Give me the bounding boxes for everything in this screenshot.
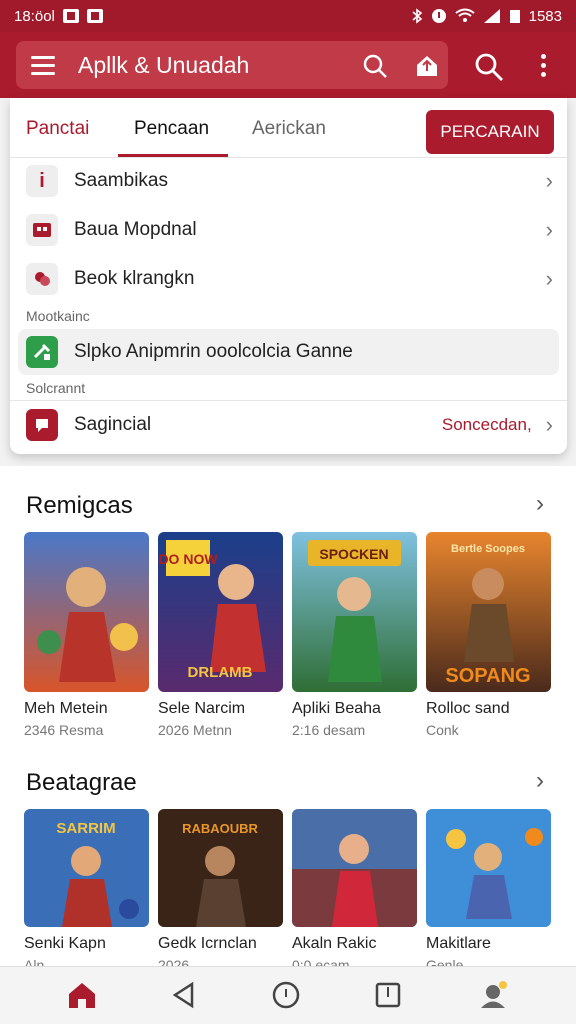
app-bar: Apllk & Unuadah <box>0 32 576 98</box>
game-subtitle: 2346 Resma <box>24 722 104 738</box>
battery-icon <box>509 10 520 23</box>
menu-item-label: Sagincial <box>74 414 152 435</box>
status-time: 18:öol <box>14 7 55 25</box>
puzzle-icon <box>26 263 58 295</box>
thumb-text: Bertle Soopes <box>451 543 525 555</box>
game-subtitle: Conk <box>426 722 459 738</box>
game-card[interactable]: RABAOUBR Gedk Icrnclan 2026 <box>158 809 283 973</box>
search-action-button[interactable]: PERCARAIN <box>426 110 554 154</box>
game-card[interactable]: Akaln Rakic 0:0 ecam <box>292 809 417 973</box>
trailing-text: Soncecdan, <box>441 415 532 434</box>
account-icon[interactable] <box>478 979 510 1011</box>
menu-item-baua-mopdnal[interactable]: Baua Mopdnal › <box>18 207 559 253</box>
game-card[interactable]: DO NOW DRLAMB Sele Narcim 2026 Metnn <box>158 532 283 738</box>
game-title: Meh Metein <box>24 700 108 717</box>
thumb-text: SARRIM <box>56 820 115 837</box>
game-title: Rolloc sand <box>426 700 510 717</box>
notification-icon <box>86 9 103 23</box>
section-title[interactable]: Remigcas <box>26 492 133 520</box>
menu-item-label: Saambikas <box>74 170 168 191</box>
signal-icon <box>483 9 500 23</box>
thumb-text: DO NOW <box>158 551 218 567</box>
chevron-right-icon[interactable]: › <box>536 490 544 518</box>
game-thumbnail[interactable]: SARRIM <box>24 809 149 927</box>
chevron-right-icon: › <box>545 412 553 437</box>
game-thumbnail[interactable]: Bertle Soopes SOPANG <box>426 532 551 692</box>
game-thumbnail[interactable] <box>24 532 149 692</box>
search-icon[interactable] <box>474 52 504 82</box>
chat-icon <box>26 409 58 441</box>
tab-bar: Panctai Pencaan Aerickan PERCARAIN <box>10 98 567 158</box>
game-card[interactable]: SARRIM Senki Kapn Aln <box>24 809 149 973</box>
menu-icon[interactable] <box>16 41 70 89</box>
battery-level: 1583 <box>528 7 562 25</box>
section-label: Solcrannt <box>26 380 86 396</box>
active-tab-indicator <box>118 154 228 157</box>
chevron-right-icon[interactable]: › <box>536 767 544 795</box>
more-options-icon[interactable] <box>530 50 556 80</box>
thumb-text: SOPANG <box>445 665 530 687</box>
game-title: Akaln Rakic <box>292 935 377 952</box>
game-title: Gedk Icrnclan <box>158 935 257 952</box>
game-card[interactable]: Meh Metein 2346 Resma <box>24 532 149 738</box>
recent-apps-icon[interactable] <box>372 979 404 1011</box>
menu-item-beok-klrangkn[interactable]: Beok klrangkn › <box>18 256 559 302</box>
game-title: Apliki Beaha <box>292 700 381 717</box>
game-card[interactable]: Bertle Soopes SOPANG Rolloc sand Conk <box>426 532 551 738</box>
game-title: Makitlare <box>426 935 491 952</box>
menu-item-label: Baua Mopdnal <box>74 219 197 240</box>
game-thumbnail[interactable]: DO NOW DRLAMB <box>158 532 283 692</box>
menu-item-label: Beok klrangkn <box>74 268 195 289</box>
highlighted-game-item[interactable]: Slpko Anipmrin ooolcolcia Ganne <box>18 329 559 375</box>
alarm-icon <box>431 9 446 23</box>
game-thumbnail[interactable]: SPOCKEN <box>292 532 417 692</box>
upload-icon[interactable] <box>414 53 440 79</box>
game-title: Sele Narcim <box>158 700 246 717</box>
dropdown-panel: Panctai Pencaan Aerickan PERCARAIN i Saa… <box>10 98 567 454</box>
tab-aerickan[interactable]: Aerickan <box>252 118 326 140</box>
game-title: Senki Kapn <box>24 935 106 952</box>
app-title: Apllk & Unuadah <box>78 51 250 78</box>
chevron-right-icon: › <box>545 266 553 291</box>
section-title[interactable]: Beatagrae <box>26 769 137 797</box>
thumb-text: RABAOUBR <box>182 821 258 836</box>
wifi-icon <box>455 8 475 22</box>
tab-panctai[interactable]: Panctai <box>26 118 89 140</box>
game-card[interactable]: Makitlare Genle <box>426 809 551 973</box>
menu-item-label: Slpko Anipmrin ooolcolcia Ganne <box>74 341 353 362</box>
section-label: Mootkainc <box>26 308 90 324</box>
chevron-right-icon: › <box>545 168 553 193</box>
home-icon[interactable] <box>66 979 98 1011</box>
thumb-text: DRLAMB <box>188 664 253 681</box>
game-thumbnail[interactable] <box>426 809 551 927</box>
info-icon: i <box>26 165 58 197</box>
chevron-right-icon: › <box>545 217 553 242</box>
game-subtitle: 2026 Metnn <box>158 722 232 738</box>
bluetooth-icon <box>412 8 422 24</box>
thumb-text: SPOCKEN <box>319 546 388 562</box>
bottom-navigation <box>0 966 576 1024</box>
home-button-icon[interactable] <box>270 979 302 1011</box>
game-subtitle: 2:16 desam <box>292 722 366 738</box>
game-thumbnail[interactable]: RABAOUBR <box>158 809 283 927</box>
tab-pencaan[interactable]: Pencaan <box>134 118 209 140</box>
status-bar: 18:öol 1583 <box>0 0 576 32</box>
game-card[interactable]: SPOCKEN Apliki Beaha 2:16 desam <box>292 532 417 738</box>
back-icon[interactable] <box>168 979 200 1011</box>
search-icon[interactable] <box>362 53 388 79</box>
menu-item-saambikas[interactable]: i Saambikas › <box>18 158 559 204</box>
search-bar[interactable]: Apllk & Unuadah <box>16 41 448 89</box>
game-tool-icon <box>26 336 58 368</box>
main-content: Remigcas › Meh Metein 2346 Resma DO NOW <box>0 466 576 973</box>
menu-item-sagincial[interactable]: Sagincial Soncecdan, › <box>18 402 559 448</box>
game-thumbnail[interactable] <box>292 809 417 927</box>
notification-icon <box>62 9 79 23</box>
store-icon <box>26 214 58 246</box>
